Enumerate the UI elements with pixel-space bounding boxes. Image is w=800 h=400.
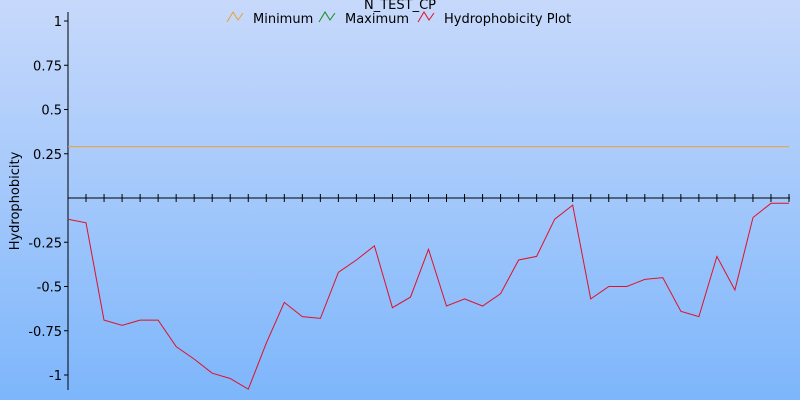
y-tick-label: 1 (54, 15, 62, 30)
legend-label: Maximum (345, 12, 409, 27)
y-axis-label: Hydrophobicity (8, 151, 23, 250)
chart-background (0, 0, 800, 400)
y-tick-label: -0.5 (37, 281, 62, 296)
hydrophobicity-chart: N_TEST_CP Minimum Maximum Hydrophobicity P… (0, 0, 800, 400)
y-tick-label: 0.5 (41, 104, 62, 119)
y-tick-label: -0.25 (28, 236, 62, 251)
y-tick-label: -0.75 (28, 325, 62, 340)
chart-container: N_TEST_CP Minimum Maximum Hydrophobicity P… (0, 0, 800, 400)
y-tick-label: 0.75 (33, 59, 62, 74)
y-tick-label: 0.25 (33, 148, 62, 163)
y-tick-label: -1 (49, 369, 62, 384)
legend-label: Minimum (253, 12, 313, 27)
legend-label: Hydrophobicity Plot (444, 12, 571, 27)
legend: Minimum Maximum Hydrophobicity Plot (226, 11, 571, 27)
